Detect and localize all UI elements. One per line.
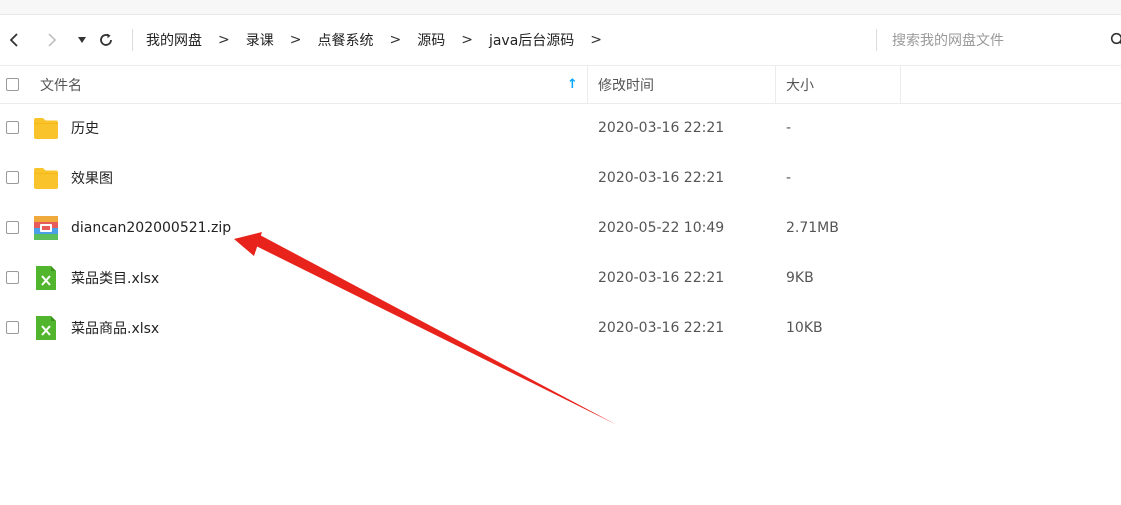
file-name[interactable]: 效果图 (71, 153, 113, 203)
search-icon[interactable] (1110, 32, 1121, 48)
file-size: - (786, 170, 792, 186)
window-top-strip (0, 0, 1121, 15)
breadcrumb-item[interactable]: 源码 (417, 30, 445, 50)
zip-file-icon (34, 216, 58, 240)
history-dropdown-button[interactable] (70, 27, 94, 53)
breadcrumb-separator: > (590, 32, 603, 48)
file-size: - (786, 120, 792, 136)
breadcrumb-separator: > (218, 32, 230, 48)
toolbar-divider (132, 29, 133, 51)
breadcrumb-item[interactable]: java后台源码 (489, 30, 574, 50)
row-checkbox[interactable] (6, 271, 19, 284)
table-header: 文件名 ↑ 修改时间 大小 (0, 65, 1121, 104)
file-row[interactable]: diancan202000521.zip 2020-05-22 10:49 2.… (0, 203, 1121, 253)
file-size: 10KB (786, 320, 823, 336)
column-divider[interactable] (775, 66, 776, 103)
column-header-size[interactable]: 大小 (786, 66, 814, 103)
select-all-cell (6, 66, 19, 103)
folder-icon (34, 168, 58, 189)
file-row[interactable]: 菜品类目.xlsx 2020-03-16 22:21 9KB (0, 253, 1121, 303)
breadcrumb-separator: > (389, 32, 402, 48)
sort-ascending-icon[interactable]: ↑ (567, 66, 578, 103)
file-name[interactable]: 菜品类目.xlsx (71, 253, 159, 303)
refresh-button[interactable] (94, 27, 118, 53)
select-all-checkbox[interactable] (6, 78, 19, 91)
file-name[interactable]: diancan202000521.zip (71, 203, 231, 253)
chevron-right-icon (48, 33, 57, 47)
caret-down-icon (78, 37, 86, 43)
column-divider[interactable] (900, 66, 901, 103)
back-button[interactable] (2, 27, 26, 53)
folder-icon (34, 118, 58, 139)
file-modified: 2020-03-16 22:21 (598, 320, 725, 336)
row-checkbox[interactable] (6, 321, 19, 334)
file-row[interactable]: 菜品商品.xlsx 2020-03-16 22:21 10KB (0, 303, 1121, 353)
row-checkbox[interactable] (6, 171, 19, 184)
search-divider (876, 29, 877, 51)
excel-file-icon (36, 266, 56, 290)
column-divider[interactable] (587, 66, 588, 103)
breadcrumb-item[interactable]: 点餐系统 (317, 30, 373, 50)
file-row[interactable]: 历史 2020-03-16 22:21 - (0, 103, 1121, 153)
file-modified: 2020-03-16 22:21 (598, 270, 725, 286)
breadcrumb-separator: > (289, 32, 302, 48)
refresh-icon (100, 33, 112, 46)
file-modified: 2020-03-16 22:21 (598, 170, 725, 186)
row-checkbox[interactable] (6, 221, 19, 234)
file-modified: 2020-05-22 10:49 (598, 220, 725, 236)
search-input[interactable] (890, 27, 1104, 55)
file-name[interactable]: 历史 (71, 103, 99, 153)
column-header-modified[interactable]: 修改时间 (598, 66, 654, 103)
file-row[interactable]: 效果图 2020-03-16 22:21 - (0, 153, 1121, 203)
file-size: 9KB (786, 270, 814, 286)
toolbar: 我的网盘 > 录课 > 点餐系统 > 源码 > java后台源码 > (0, 15, 1121, 65)
file-modified: 2020-03-16 22:21 (598, 120, 725, 136)
breadcrumb-separator: > (461, 32, 473, 48)
column-header-name[interactable]: 文件名 (40, 66, 82, 103)
file-size: 2.71MB (786, 220, 839, 236)
forward-button[interactable] (40, 27, 64, 53)
row-checkbox[interactable] (6, 121, 19, 134)
breadcrumb: 我的网盘 > 录课 > 点餐系统 > 源码 > java后台源码 > (146, 15, 618, 65)
chevron-left-icon (9, 33, 18, 47)
breadcrumb-item[interactable]: 我的网盘 (146, 30, 202, 50)
file-name[interactable]: 菜品商品.xlsx (71, 303, 159, 353)
excel-file-icon (36, 316, 56, 340)
breadcrumb-item[interactable]: 录课 (246, 30, 274, 50)
